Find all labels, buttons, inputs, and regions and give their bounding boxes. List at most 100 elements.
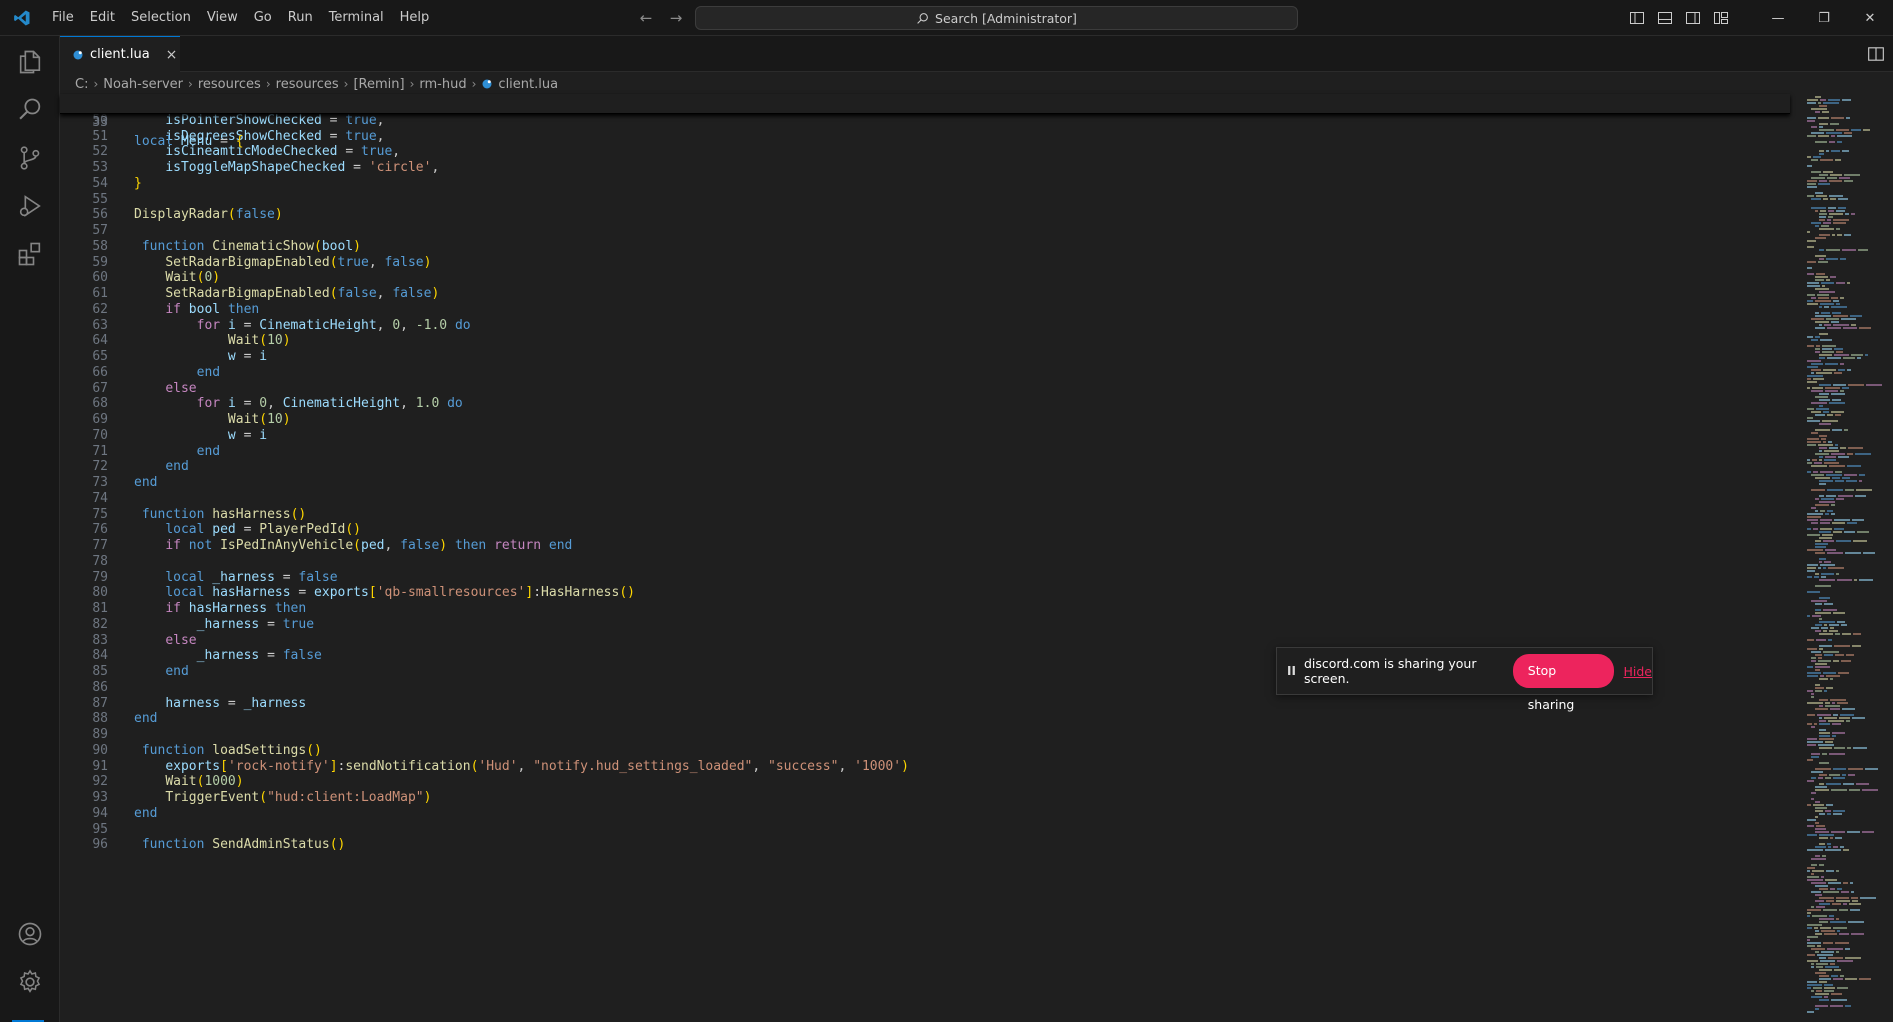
minimap-line xyxy=(1852,645,1861,647)
minimap-line xyxy=(1807,516,1821,518)
menu-selection[interactable]: Selection xyxy=(123,0,199,36)
stop-sharing-button[interactable]: Stop sharing xyxy=(1512,654,1614,712)
menu-file[interactable]: File xyxy=(44,0,82,36)
minimap-line xyxy=(1815,687,1824,689)
close-window-icon[interactable]: ✕ xyxy=(1847,0,1893,36)
command-center-search[interactable]: Search [Administrator] xyxy=(695,6,1298,30)
minimap-line xyxy=(1820,210,1826,212)
minimap-line xyxy=(1807,924,1822,926)
source-control-icon[interactable] xyxy=(14,142,46,174)
code-line[interactable]: 96 function SendAdminStatus() xyxy=(60,835,1790,854)
minimap-line xyxy=(1829,630,1838,632)
minimap-line xyxy=(1833,777,1845,779)
minimap-line xyxy=(1857,357,1861,359)
toggle-primary-sidebar-icon[interactable] xyxy=(1623,0,1651,36)
minimize-icon[interactable]: — xyxy=(1755,0,1801,36)
minimap-line xyxy=(1807,702,1823,704)
hide-link[interactable]: Hide xyxy=(1624,664,1653,679)
minimap-line xyxy=(1866,384,1882,386)
minimap-line xyxy=(1807,690,1813,692)
minimap-line xyxy=(1815,498,1819,500)
minimap-line xyxy=(1811,948,1825,950)
minimap-line xyxy=(1841,891,1849,893)
crumb-folder[interactable]: resources xyxy=(276,77,339,92)
minimap-line xyxy=(1840,714,1854,716)
minimap-line xyxy=(1826,783,1841,785)
menu-go[interactable]: Go xyxy=(246,0,280,36)
minimap-line xyxy=(1807,534,1820,536)
crumb-drive[interactable]: C: xyxy=(75,77,88,92)
minimap-line xyxy=(1815,930,1819,932)
crumb-file[interactable]: client.lua xyxy=(498,77,558,92)
manage-gear-icon[interactable] xyxy=(14,966,46,998)
minimap[interactable] xyxy=(1803,94,1893,1022)
sticky-scroll-header[interactable]: 33 local Menu = { xyxy=(60,94,1790,149)
crumb-folder[interactable]: resources xyxy=(198,77,261,92)
minimap-line xyxy=(1811,126,1817,128)
minimap-line xyxy=(1807,723,1812,725)
minimap-line xyxy=(1830,678,1833,680)
accounts-icon[interactable] xyxy=(14,918,46,950)
extensions-icon[interactable] xyxy=(14,238,46,270)
minimap-line xyxy=(1807,267,1812,269)
split-editor-icon[interactable] xyxy=(1867,45,1885,63)
minimap-line xyxy=(1811,696,1814,698)
minimap-line xyxy=(1807,819,1816,821)
minimap-line xyxy=(1819,729,1826,731)
minimap-line xyxy=(1833,810,1845,812)
minimap-line xyxy=(1811,489,1825,491)
minimap-line xyxy=(1819,969,1832,971)
minimap-line xyxy=(1848,921,1864,923)
crumb-folder[interactable]: [Remin] xyxy=(353,77,404,92)
crumb-folder[interactable]: rm-hud xyxy=(419,77,466,92)
minimap-line xyxy=(1815,816,1818,818)
minimap-line xyxy=(1832,735,1836,737)
crumb-folder[interactable]: Noah-server xyxy=(103,77,183,92)
minimap-line xyxy=(1811,507,1816,509)
close-tab-icon[interactable]: × xyxy=(166,47,178,63)
minimap-line xyxy=(1807,117,1816,119)
minimap-line xyxy=(1855,453,1871,455)
minimap-line xyxy=(1828,210,1834,212)
minimap-line xyxy=(1860,897,1876,899)
code-editor[interactable]: 49 isShowStreetsChecked = true,50 isPoin… xyxy=(60,94,1790,1022)
minimap-line xyxy=(1811,198,1821,200)
minimap-line xyxy=(1823,171,1833,173)
minimap-line xyxy=(1825,879,1837,881)
minimap-line xyxy=(1811,882,1826,884)
search-icon[interactable] xyxy=(14,94,46,126)
minimap-line xyxy=(1840,390,1844,392)
explorer-icon[interactable] xyxy=(14,46,46,78)
minimap-line xyxy=(1827,552,1843,554)
toggle-secondary-sidebar-icon[interactable] xyxy=(1679,0,1707,36)
minimap-line xyxy=(1818,657,1822,659)
minimap-line xyxy=(1807,825,1814,827)
search-label: Search [Administrator] xyxy=(935,10,1077,26)
toggle-panel-icon[interactable] xyxy=(1651,0,1679,36)
menu-help[interactable]: Help xyxy=(392,0,438,36)
menu-run[interactable]: Run xyxy=(280,0,321,36)
minimap-line xyxy=(1842,633,1851,635)
customize-layout-icon[interactable] xyxy=(1707,0,1735,36)
minimap-line xyxy=(1811,753,1820,755)
minimap-line xyxy=(1821,930,1835,932)
minimap-line xyxy=(1819,738,1834,740)
menu-terminal[interactable]: Terminal xyxy=(321,0,392,36)
menu-edit[interactable]: Edit xyxy=(82,0,123,36)
menu-view[interactable]: View xyxy=(199,0,246,36)
minimap-line xyxy=(1816,408,1829,410)
minimap-line xyxy=(1811,777,1816,779)
minimap-line xyxy=(1837,135,1852,137)
arrow-left-icon[interactable]: ← xyxy=(636,8,656,28)
minimap-line xyxy=(1843,783,1854,785)
minimap-line xyxy=(1817,714,1831,716)
tab-client-lua[interactable]: client.lua × xyxy=(60,36,180,72)
minimap-line xyxy=(1807,438,1819,440)
minimap-line xyxy=(1818,117,1829,119)
arrow-right-icon[interactable]: → xyxy=(666,8,686,28)
minimap-line xyxy=(1815,801,1820,803)
run-debug-icon[interactable] xyxy=(14,190,46,222)
restore-icon[interactable]: ❐ xyxy=(1801,0,1847,36)
minimap-line xyxy=(1836,918,1839,920)
minimap-line xyxy=(1811,522,1818,524)
